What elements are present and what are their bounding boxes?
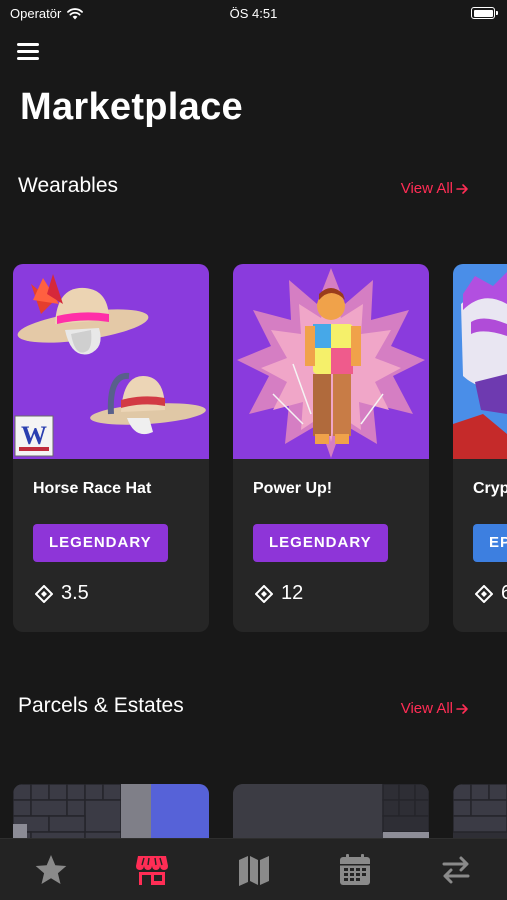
parcels-view-all-link[interactable]: View All xyxy=(401,700,469,717)
parcel-map-thumbnail xyxy=(453,784,507,840)
tab-events[interactable] xyxy=(304,839,405,900)
wearable-price: 12 xyxy=(255,582,303,605)
wearable-thumbnail: W xyxy=(13,264,209,459)
wearable-thumbnail xyxy=(453,264,507,459)
swap-icon xyxy=(442,856,470,883)
calendar-icon xyxy=(339,853,370,885)
arrow-right-icon xyxy=(456,703,468,714)
price-value: 3.5 xyxy=(61,582,89,604)
wearable-card[interactable]: Power Up! LEGENDARY 12 xyxy=(233,264,429,632)
wearable-name: Horse Race Hat xyxy=(33,480,152,497)
wearable-card[interactable]: Cryp EP 6 xyxy=(453,264,507,632)
map-icon xyxy=(238,855,269,886)
tab-map[interactable] xyxy=(203,839,304,900)
menu-icon[interactable] xyxy=(17,43,39,61)
wearable-name: Cryp xyxy=(473,480,507,497)
wearable-thumbnail xyxy=(233,264,429,459)
parcel-card[interactable] xyxy=(13,784,209,840)
parcel-card[interactable] xyxy=(453,784,507,840)
rarity-badge: LEGENDARY xyxy=(33,524,168,562)
price-value: 6 xyxy=(501,582,507,604)
store-icon xyxy=(136,855,169,885)
wearables-carousel[interactable]: W Horse Race Hat LEGENDARY 3.5 Power Up!… xyxy=(13,264,507,634)
rarity-badge: LEGENDARY xyxy=(253,524,388,562)
wearable-price: 3.5 xyxy=(35,582,89,605)
tab-favorites[interactable] xyxy=(0,839,101,900)
tab-marketplace[interactable] xyxy=(101,839,202,900)
status-time: ÖS 4:51 xyxy=(229,6,278,21)
rarity-badge: EP xyxy=(473,524,507,562)
parcel-map-thumbnail xyxy=(233,784,429,840)
wearable-name: Power Up! xyxy=(253,480,333,497)
svg-text:W: W xyxy=(21,421,47,450)
mana-icon xyxy=(475,584,493,603)
view-all-label: View All xyxy=(400,180,453,197)
page-title: Marketplace xyxy=(20,86,243,128)
status-bar: Operatör ÖS 4:51 xyxy=(0,0,507,28)
parcels-carousel[interactable] xyxy=(13,784,507,840)
mana-icon xyxy=(35,584,53,603)
parcel-card[interactable] xyxy=(233,784,429,840)
arrow-right-icon xyxy=(456,183,468,194)
mana-icon xyxy=(255,584,273,603)
wearable-price: 6 xyxy=(475,582,507,605)
battery-icon xyxy=(471,7,498,19)
tab-transactions[interactable] xyxy=(406,839,507,900)
tab-bar xyxy=(0,838,507,900)
parcels-section-title: Parcels & Estates xyxy=(18,694,184,717)
view-all-label: View All xyxy=(400,700,453,717)
parcel-map-thumbnail xyxy=(13,784,209,840)
wearable-card[interactable]: W Horse Race Hat LEGENDARY 3.5 xyxy=(13,264,209,632)
star-icon xyxy=(35,854,67,884)
wearables-section-title: Wearables xyxy=(18,174,118,197)
price-value: 12 xyxy=(281,582,304,604)
wearables-view-all-link[interactable]: View All xyxy=(401,180,469,197)
